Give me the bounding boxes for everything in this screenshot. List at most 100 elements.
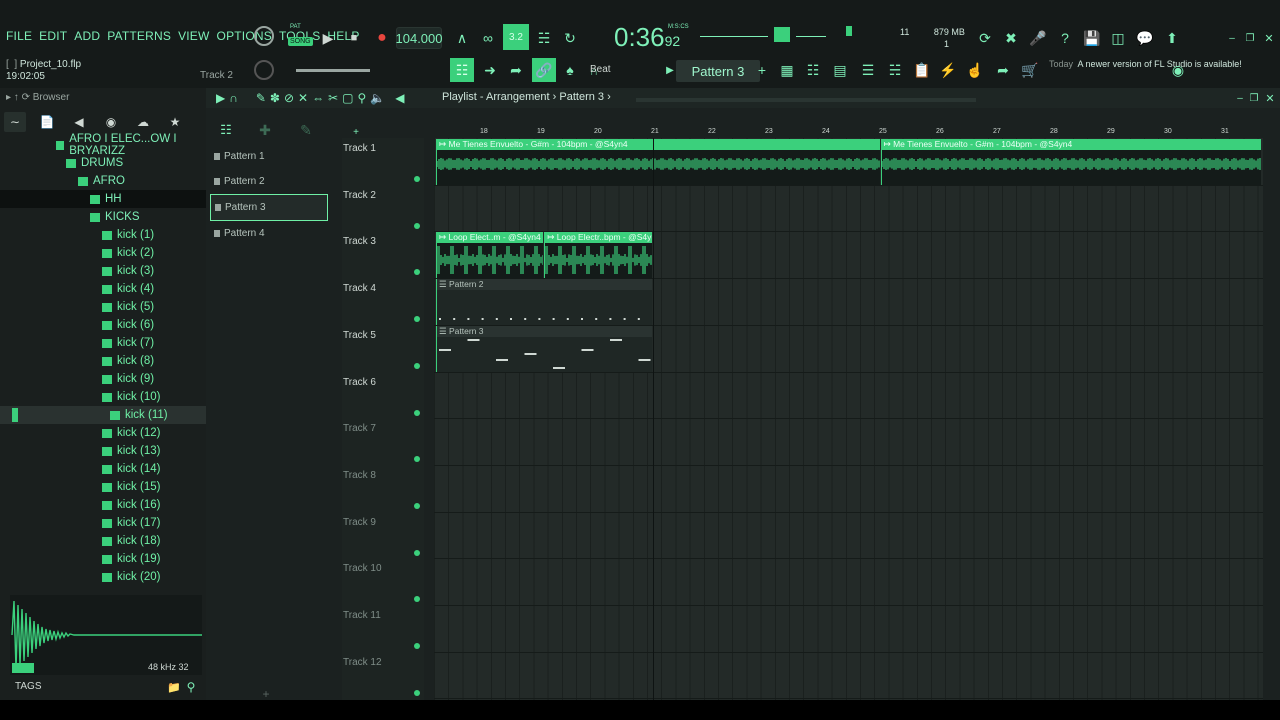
timeline-ruler[interactable]: 18 19 20 21 22 23 24 25 26 27 28 29 30 31: [434, 128, 1263, 138]
stamp-icon[interactable]: ♠: [560, 60, 580, 80]
browser-file[interactable]: kick (12): [0, 424, 206, 442]
mixer-sliders-icon[interactable]: ☰: [858, 60, 878, 80]
browser-file[interactable]: kick (10): [0, 388, 206, 406]
slice-icon[interactable]: ✂: [328, 91, 338, 105]
browser-file[interactable]: kick (13): [0, 442, 206, 460]
browser-all-icon[interactable]: ∼: [4, 112, 26, 132]
cut-tool-icon[interactable]: ✖: [1001, 28, 1021, 48]
master-volume-knob[interactable]: [254, 26, 274, 46]
browser-file[interactable]: kick (19): [0, 550, 206, 568]
browser-files-icon[interactable]: 📄: [36, 112, 58, 132]
pattern-selector[interactable]: Pattern 3: [676, 60, 760, 82]
speaker-icon[interactable]: 🔈: [370, 91, 385, 105]
pattern-clip[interactable]: ☰ Pattern 3: [436, 325, 652, 372]
record-icon[interactable]: ●: [372, 28, 392, 48]
restore-icon[interactable]: ❐: [1240, 28, 1260, 48]
plugin-icon[interactable]: ⚡: [938, 60, 958, 80]
mixer-icon[interactable]: ▤: [830, 60, 850, 80]
pencil-icon[interactable]: ✎: [256, 91, 266, 105]
master-volume-slider[interactable]: [296, 69, 370, 72]
help-icon[interactable]: ?: [1055, 28, 1075, 48]
wait-input-icon[interactable]: ∞: [478, 28, 498, 48]
track-label[interactable]: Track 12: [343, 657, 382, 668]
pattern-clip[interactable]: ☰ Pattern 2: [436, 279, 652, 326]
metronome-icon[interactable]: ∧: [452, 28, 472, 48]
track-enable-led[interactable]: [414, 596, 420, 603]
browser-plugins-icon[interactable]: ◉: [100, 112, 122, 132]
browser-file[interactable]: kick (17): [0, 514, 206, 532]
audio-clip[interactable]: ↦ Me Tienes Envuelto - G#m - 104bpm - @S…: [880, 139, 1262, 185]
track-enable-led[interactable]: [414, 222, 420, 229]
add-pattern-icon[interactable]: +: [752, 60, 772, 80]
pattern-list-item[interactable]: Pattern 1: [210, 144, 328, 169]
track-enable-led[interactable]: [414, 456, 420, 463]
master-pitch-knob[interactable]: [254, 60, 274, 80]
track-enable-led[interactable]: [414, 689, 420, 696]
pattern-add-icon[interactable]: +: [256, 684, 276, 704]
browser-file[interactable]: kick (2): [0, 244, 206, 262]
track-label[interactable]: Track 6: [343, 377, 376, 388]
slip-icon[interactable]: ⇔: [312, 91, 324, 105]
browser-file[interactable]: kick (4): [0, 280, 206, 298]
track-enable-led[interactable]: [414, 502, 420, 509]
pattern-list-item[interactable]: Pattern 2: [210, 169, 328, 194]
browser-folder[interactable]: AFRO I ELEC...OW I BRYARIZZ: [0, 133, 206, 157]
vertical-scrollbar[interactable]: [1264, 138, 1278, 700]
browser-file[interactable]: kick (16): [0, 496, 206, 514]
track-label[interactable]: Track 1: [343, 143, 376, 154]
playlist-menu-arrow-icon[interactable]: ▶: [216, 91, 225, 105]
link-icon[interactable]: 🔗: [532, 58, 556, 82]
track-label[interactable]: Track 4: [343, 283, 376, 294]
browser-file[interactable]: kick (5): [0, 298, 206, 316]
track-enable-led[interactable]: [414, 176, 420, 182]
select-icon[interactable]: ▢: [342, 91, 353, 105]
browser-file[interactable]: kick (15): [0, 478, 206, 496]
snap-selector[interactable]: Beat: [590, 64, 611, 75]
chat-icon[interactable]: 💬: [1135, 28, 1155, 48]
arrow-right-icon[interactable]: ➜: [480, 60, 500, 80]
clipboard-icon[interactable]: 📋: [912, 60, 932, 80]
audio-clip[interactable]: ↦ Loop Electr..bpm - @S4yn4: [544, 232, 652, 279]
pattern-list-item[interactable]: Pattern 3: [210, 194, 328, 221]
browser-file[interactable]: kick (6): [0, 316, 206, 334]
browser-file[interactable]: kick (3): [0, 262, 206, 280]
menu-file[interactable]: FILE: [6, 29, 32, 43]
add-clip-icon[interactable]: ✚: [255, 120, 275, 140]
export-icon[interactable]: ⬆: [1162, 28, 1182, 48]
tempo-display[interactable]: 104.000: [396, 27, 443, 49]
loop-record-icon[interactable]: ↻: [560, 28, 580, 48]
news-panel[interactable]: Today A newer version of FL Studio is av…: [1049, 59, 1242, 70]
search-icon[interactable]: ⚲: [181, 677, 201, 697]
pat-mode-label[interactable]: PAT: [290, 24, 301, 30]
mute-icon[interactable]: ✕: [298, 91, 308, 105]
menu-edit[interactable]: EDIT: [39, 29, 67, 43]
browser-file[interactable]: kick (14): [0, 460, 206, 478]
stop-icon[interactable]: ■: [344, 28, 364, 48]
step-edit-icon[interactable]: ☵: [534, 28, 554, 48]
track-label[interactable]: Track 9: [343, 517, 376, 528]
pattern-picker-icon[interactable]: ☷: [216, 120, 236, 140]
browser-folder[interactable]: KICKS: [0, 208, 206, 226]
track-label[interactable]: Track 11: [343, 610, 381, 621]
delete-icon[interactable]: ⊘: [284, 91, 294, 105]
countdown-icon[interactable]: 3.2: [503, 24, 529, 50]
horizontal-scrollbar[interactable]: [636, 98, 976, 102]
browser-file[interactable]: kick (9): [0, 370, 206, 388]
draw-clip-icon[interactable]: ✎: [296, 120, 316, 140]
browser-file[interactable]: kick (7): [0, 334, 206, 352]
track-label[interactable]: Track 3: [343, 236, 376, 247]
playlist-close-icon[interactable]: ✕: [1260, 88, 1280, 108]
song-mode-button[interactable]: SONG: [288, 37, 313, 46]
track-enable-led[interactable]: [414, 316, 420, 323]
track-label[interactable]: Track 5: [343, 330, 376, 341]
minimize-icon[interactable]: –: [1222, 28, 1242, 48]
track-enable-led[interactable]: [414, 362, 420, 369]
track-enable-led[interactable]: [414, 409, 420, 416]
menu-add[interactable]: ADD: [74, 29, 100, 43]
track-enable-led[interactable]: [414, 549, 420, 556]
browser-file[interactable]: kick (20): [0, 568, 206, 586]
browser-tree-icon[interactable]: ☵: [885, 60, 905, 80]
browser-cloud-icon[interactable]: ☁: [132, 112, 154, 132]
browser-folder[interactable]: AFRO: [0, 172, 206, 190]
save-icon[interactable]: 💾: [1082, 28, 1102, 48]
